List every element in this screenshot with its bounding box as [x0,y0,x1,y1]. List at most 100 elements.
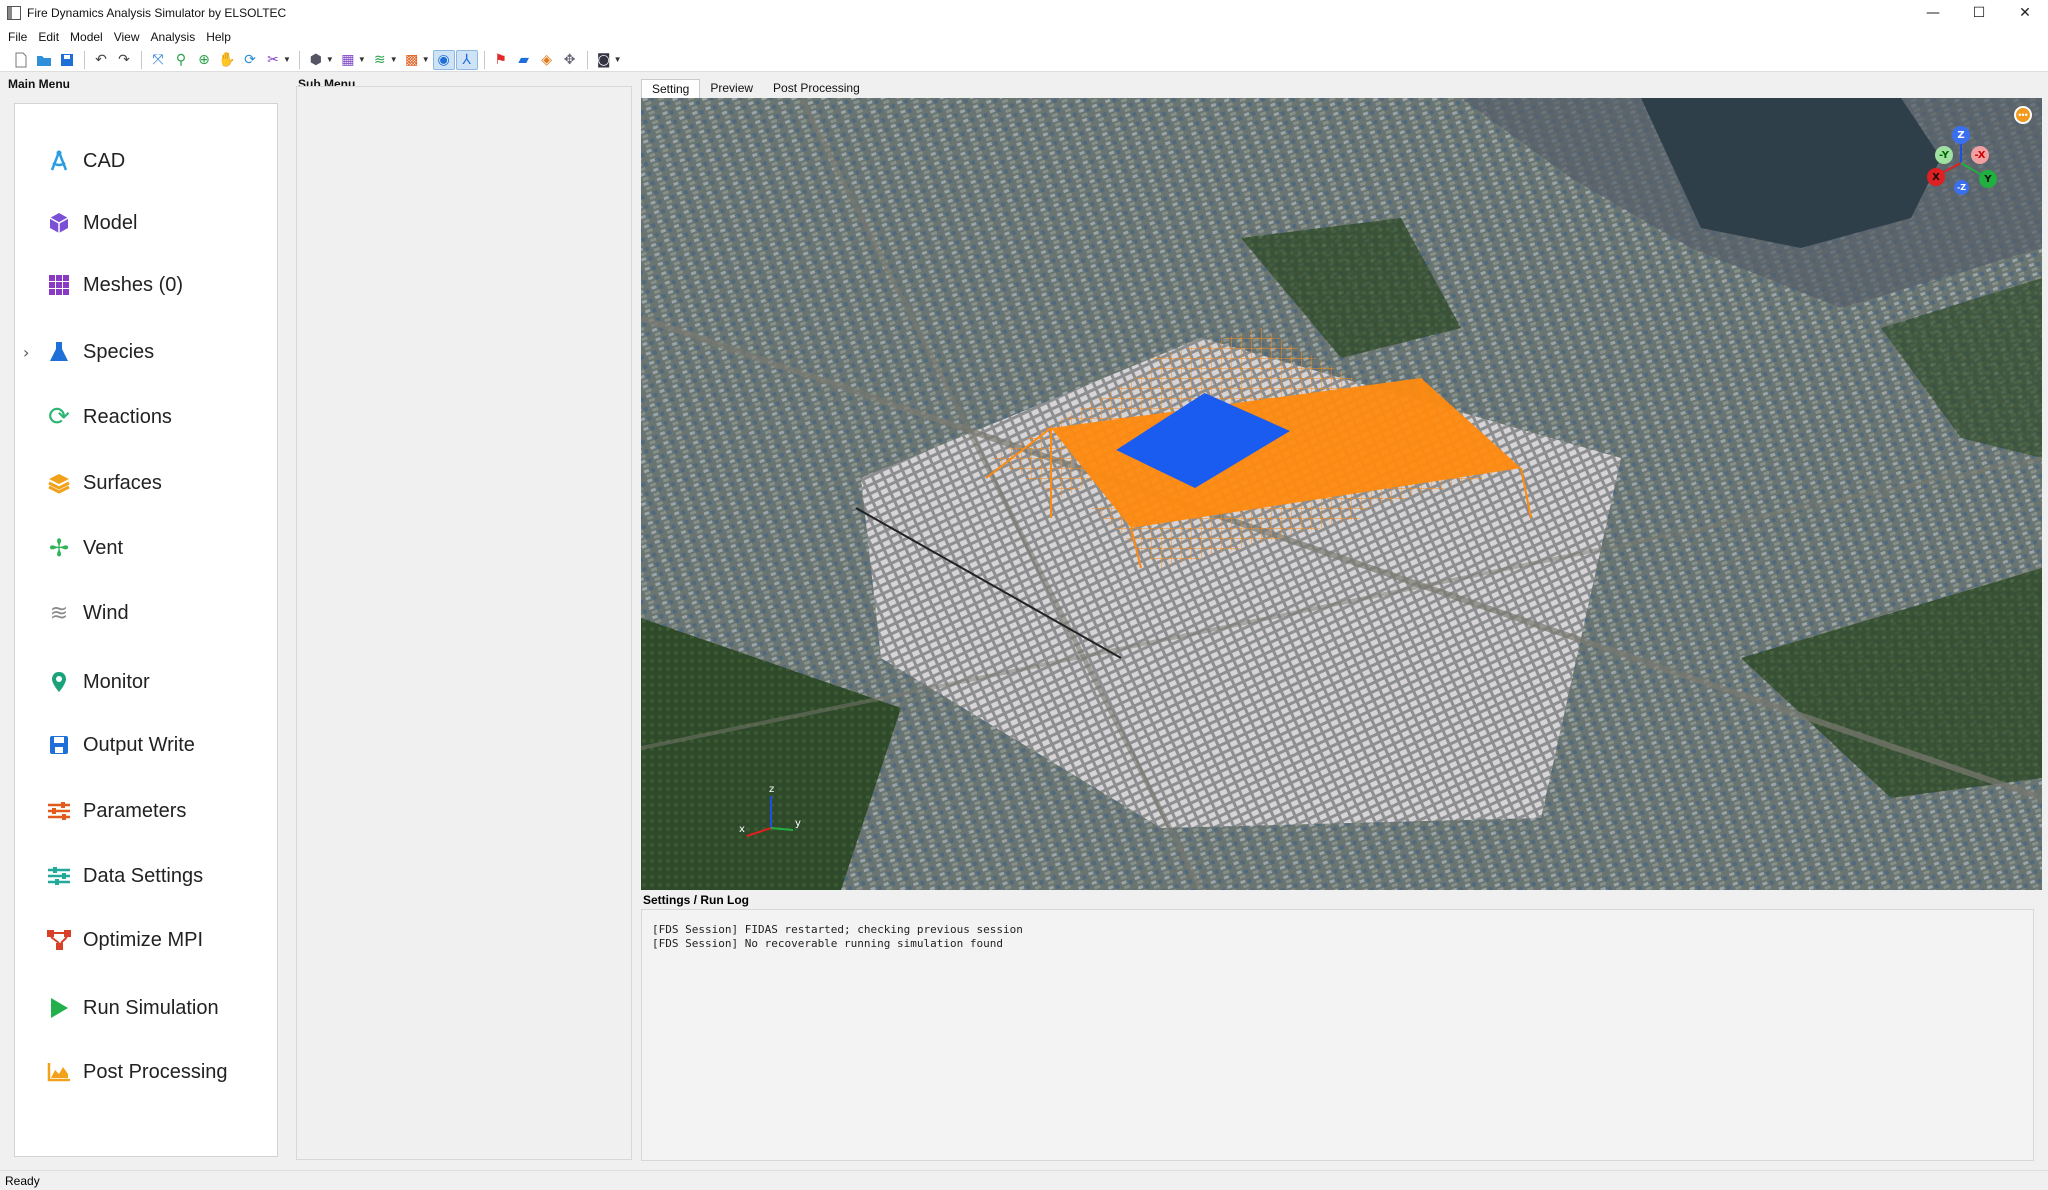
save-icon[interactable] [56,50,78,70]
orientation-gizmo[interactable]: Z -X -Y X Y -Z [1921,126,2011,198]
blocks-icon[interactable]: ▩ [401,50,423,70]
gizmo-x-axis[interactable]: X [1927,168,1945,186]
toolbar-separator [586,50,588,69]
output-save-icon [45,731,73,759]
redo-icon[interactable]: ↷ [113,50,135,70]
rotate-icon[interactable]: ⟳ [239,50,261,70]
cube-icon[interactable]: ⬢ [305,50,327,70]
move-icon[interactable]: ✥ [559,50,581,70]
main-menu-label: CAD [83,149,126,172]
main-menu: CAD Model Meshes (0) › Species ⟳ Reactio… [14,103,278,1157]
reactions-cycle-icon: ⟳ [48,402,70,432]
main-menu-label: Vent [83,536,124,559]
main-menu-item-vent[interactable]: ✢ Vent [15,528,277,568]
main-menu-item-meshes[interactable]: Meshes (0) [15,265,277,305]
main-menu-item-surfaces[interactable]: Surfaces [15,463,277,503]
box-icon[interactable]: ◈ [536,50,558,70]
menu-help[interactable]: Help [206,30,240,44]
gizmo-neg-x-axis[interactable]: -X [1971,146,1989,164]
ruler-icon[interactable]: ▰ [513,50,535,70]
wind-icon[interactable]: ≋ [369,50,391,70]
maximize-button[interactable]: ☐ [1956,0,2002,26]
fit-view-icon[interactable]: ⤧ [147,50,169,70]
app-icon [7,6,21,20]
main-menu-title: Main Menu [8,77,70,91]
main-menu-item-data-settings[interactable]: Data Settings [15,856,277,896]
dropdown-caret-icon[interactable]: ▼ [358,55,366,64]
close-button[interactable]: ✕ [2002,0,2048,26]
surfaces-layers-icon [45,469,73,497]
main-menu-item-parameters[interactable]: Parameters [15,791,277,831]
menu-file[interactable]: File [8,30,36,44]
main-menu-item-output-write[interactable]: Output Write [15,725,277,765]
main-menu-label: Optimize MPI [83,928,204,951]
tab-post-processing[interactable]: Post Processing [763,79,870,99]
wind-icon: ≋ [49,600,69,626]
menu-analysis[interactable]: Analysis [151,30,205,44]
marker-icon[interactable]: ⚑ [490,50,512,70]
expand-chevron-icon[interactable]: › [23,343,29,362]
main-menu-label: Post Processing [83,1060,228,1083]
vent-fan-icon: ✢ [48,534,70,562]
optimize-mpi-network-icon [45,926,73,954]
dropdown-caret-icon[interactable]: ▼ [390,55,398,64]
tab-preview[interactable]: Preview [700,79,763,99]
status-bar: Ready [0,1170,2048,1190]
main-menu-label: Output Write [83,733,195,756]
open-folder-icon[interactable] [33,50,55,70]
main-menu-item-species[interactable]: › Species [15,332,277,372]
satellite-scene: z x y [641,98,2042,890]
main-menu-item-monitor[interactable]: Monitor [15,662,277,702]
menu-edit[interactable]: Edit [38,30,68,44]
log-line: [FDS Session] FIDAS restarted; checking … [652,923,1023,936]
main-menu-item-optimize-mpi[interactable]: Optimize MPI [15,920,277,960]
meshes-grid-icon [45,271,73,299]
gizmo-z-axis[interactable]: Z [1952,126,1970,144]
main-menu-item-model[interactable]: Model [15,203,277,243]
mini-axis-x-label: x [739,824,745,835]
view-tabs: Setting Preview Post Processing [641,79,870,99]
window-title: Fire Dynamics Analysis Simulator by ELSO… [27,6,287,20]
zoom-icon[interactable]: ⚲ [170,50,192,70]
main-menu-item-reactions[interactable]: ⟳ Reactions [15,397,277,437]
menu-model[interactable]: Model [70,30,112,44]
minimize-button[interactable]: — [1910,0,1956,26]
zoom-in-icon[interactable]: ⊕ [193,50,215,70]
compass-icon[interactable]: ◉ [432,49,455,70]
3d-viewport[interactable]: z x y ••• Z -X -Y X Y -Z [641,98,2042,890]
camera-icon[interactable]: ◙ [593,50,615,70]
tools-icon[interactable]: ✂ [262,50,284,70]
toolbar-separator [298,50,300,69]
sub-menu-panel [296,86,632,1160]
viewport-options-button[interactable]: ••• [2014,106,2032,124]
dropdown-caret-icon[interactable]: ▼ [422,55,430,64]
tab-setting[interactable]: Setting [641,79,701,99]
main-menu-label: Model [83,211,138,234]
main-menu-label: Parameters [83,799,187,822]
window-controls: — ☐ ✕ [1910,0,2048,26]
axes-icon[interactable]: ⅄ [455,49,478,70]
menu-bar: File Edit Model View Analysis Help [0,26,2048,48]
main-menu-label: Meshes (0) [83,273,184,296]
menu-view[interactable]: View [114,30,149,44]
dropdown-caret-icon[interactable]: ▼ [614,55,622,64]
main-menu-item-wind[interactable]: ≋ Wind [15,593,277,633]
gizmo-neg-z-axis[interactable]: -Z [1954,180,1969,195]
toolbar-separator [141,50,142,69]
grid-icon[interactable]: ▦ [337,50,359,70]
undo-icon[interactable]: ↶ [90,50,112,70]
main-menu-item-run-simulation[interactable]: Run Simulation [15,988,277,1028]
gizmo-y-axis[interactable]: Y [1979,170,1997,188]
main-menu-item-cad[interactable]: CAD [15,141,277,181]
main-menu-label: Data Settings [83,864,204,887]
main-menu-item-post-processing[interactable]: Post Processing [15,1052,277,1092]
log-title: Settings / Run Log [643,893,749,907]
pan-hand-icon[interactable]: ✋ [216,50,238,70]
run-log[interactable]: [FDS Session] FIDAS restarted; checking … [641,909,2034,1161]
dropdown-caret-icon[interactable]: ▼ [283,55,291,64]
title-bar: Fire Dynamics Analysis Simulator by ELSO… [0,0,2048,26]
gizmo-neg-y-axis[interactable]: -Y [1935,146,1953,164]
new-file-icon[interactable] [10,50,32,70]
dropdown-caret-icon[interactable]: ▼ [326,55,334,64]
cad-compass-icon [45,147,73,175]
